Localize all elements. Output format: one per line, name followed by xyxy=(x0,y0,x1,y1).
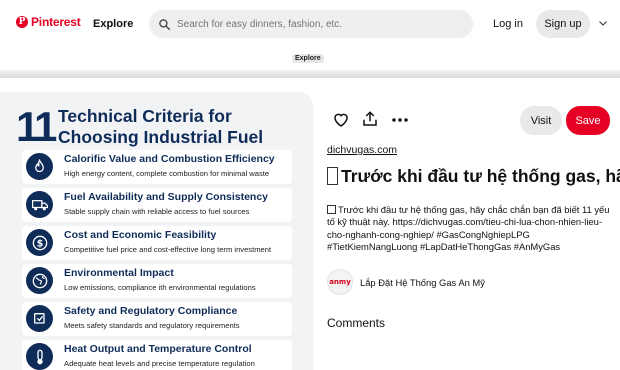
missing-glyph-icon xyxy=(327,205,336,214)
creator-name[interactable]: Lắp Đặt Hệ Thống Gas An Mỹ xyxy=(360,277,485,288)
criterion-title: Fuel Availability and Supply Consistency xyxy=(64,191,269,203)
infographic-title: Technical Criteria for Choosing Industri… xyxy=(58,106,264,147)
avatar[interactable]: anmy xyxy=(327,269,353,295)
shield-icon xyxy=(26,305,53,332)
criterion-description: Low emissions, compliance ith environmen… xyxy=(64,283,256,292)
dollar-icon: $ xyxy=(26,229,53,256)
pin-description-text: Trước khi đầu tư hệ thống gas, hãy chắc … xyxy=(327,204,610,253)
signup-button[interactable]: Sign up xyxy=(536,10,590,38)
pinterest-logo[interactable]: P Pinterest xyxy=(16,15,81,29)
source-link[interactable]: dichvugas.com xyxy=(327,144,397,156)
pinterest-logo-icon: P xyxy=(16,16,28,28)
top-navigation-bar: P Pinterest Explore Log in Sign up xyxy=(0,0,620,48)
login-button[interactable]: Log in xyxy=(493,18,523,30)
heart-icon[interactable] xyxy=(332,111,350,129)
visit-button[interactable]: Visit xyxy=(520,106,562,135)
criterion-item: Safety and Regulatory Compliance Meets s… xyxy=(22,302,292,336)
search-icon xyxy=(159,18,171,30)
search-input[interactable] xyxy=(177,18,467,30)
globe-icon xyxy=(26,267,53,294)
criterion-title: Calorific Value and Combustion Efficienc… xyxy=(64,153,275,165)
criterion-item: Fuel Availability and Supply Consistency… xyxy=(22,188,292,222)
share-icon[interactable] xyxy=(361,110,379,128)
criterion-description: Meets safety standards and regulatory re… xyxy=(64,321,240,330)
pin-title-text: Trước khi đầu tư hệ thống gas, hãy xyxy=(341,165,620,186)
thermometer-icon xyxy=(26,343,53,370)
criterion-title: Safety and Regulatory Compliance xyxy=(64,305,238,317)
more-options-icon[interactable] xyxy=(391,112,409,128)
criterion-description: High energy content, complete combustion… xyxy=(64,169,270,178)
criterion-title: Environmental Impact xyxy=(64,267,174,279)
criterion-description: Adequate heat levels and precise tempera… xyxy=(64,359,255,368)
criterion-description: Stable supply chain with reliable access… xyxy=(64,207,250,216)
search-bar[interactable] xyxy=(149,10,473,38)
pin-title: Trước khi đầu tư hệ thống gas, hãy xyxy=(327,162,620,190)
logo-text: Pinterest xyxy=(31,15,81,29)
criterion-description: Competitive fuel price and cost-effectiv… xyxy=(64,245,272,254)
save-button[interactable]: Save xyxy=(566,106,610,135)
criterion-item: Heat Output and Temperature Control Adeq… xyxy=(22,340,292,370)
flame-icon xyxy=(26,153,53,180)
chevron-down-icon[interactable] xyxy=(597,17,609,29)
infographic-number: 11 xyxy=(16,103,57,150)
explore-tooltip: Explore xyxy=(292,54,324,63)
creator-profile[interactable]: anmy Lắp Đặt Hệ Thống Gas An Mỹ xyxy=(327,269,485,295)
missing-glyph-icon xyxy=(327,167,338,185)
header-divider xyxy=(0,70,620,78)
svg-text:$: $ xyxy=(36,238,43,249)
criterion-item: Environmental Impact Low emissions, comp… xyxy=(22,264,292,298)
pin-description: Trước khi đầu tư hệ thống gas, hãy chắc … xyxy=(327,204,617,254)
criterion-item: Calorific Value and Combustion Efficienc… xyxy=(22,150,292,184)
explore-link[interactable]: Explore xyxy=(93,18,133,30)
criterion-item: $ Cost and Economic Feasibility Competit… xyxy=(22,226,292,260)
criterion-title: Heat Output and Temperature Control xyxy=(64,343,252,355)
criterion-title: Cost and Economic Feasibility xyxy=(64,229,217,241)
pin-image[interactable]: 11 Technical Criteria for Choosing Indus… xyxy=(0,92,313,370)
comments-heading: Comments xyxy=(327,316,386,330)
truck-icon xyxy=(26,191,53,218)
